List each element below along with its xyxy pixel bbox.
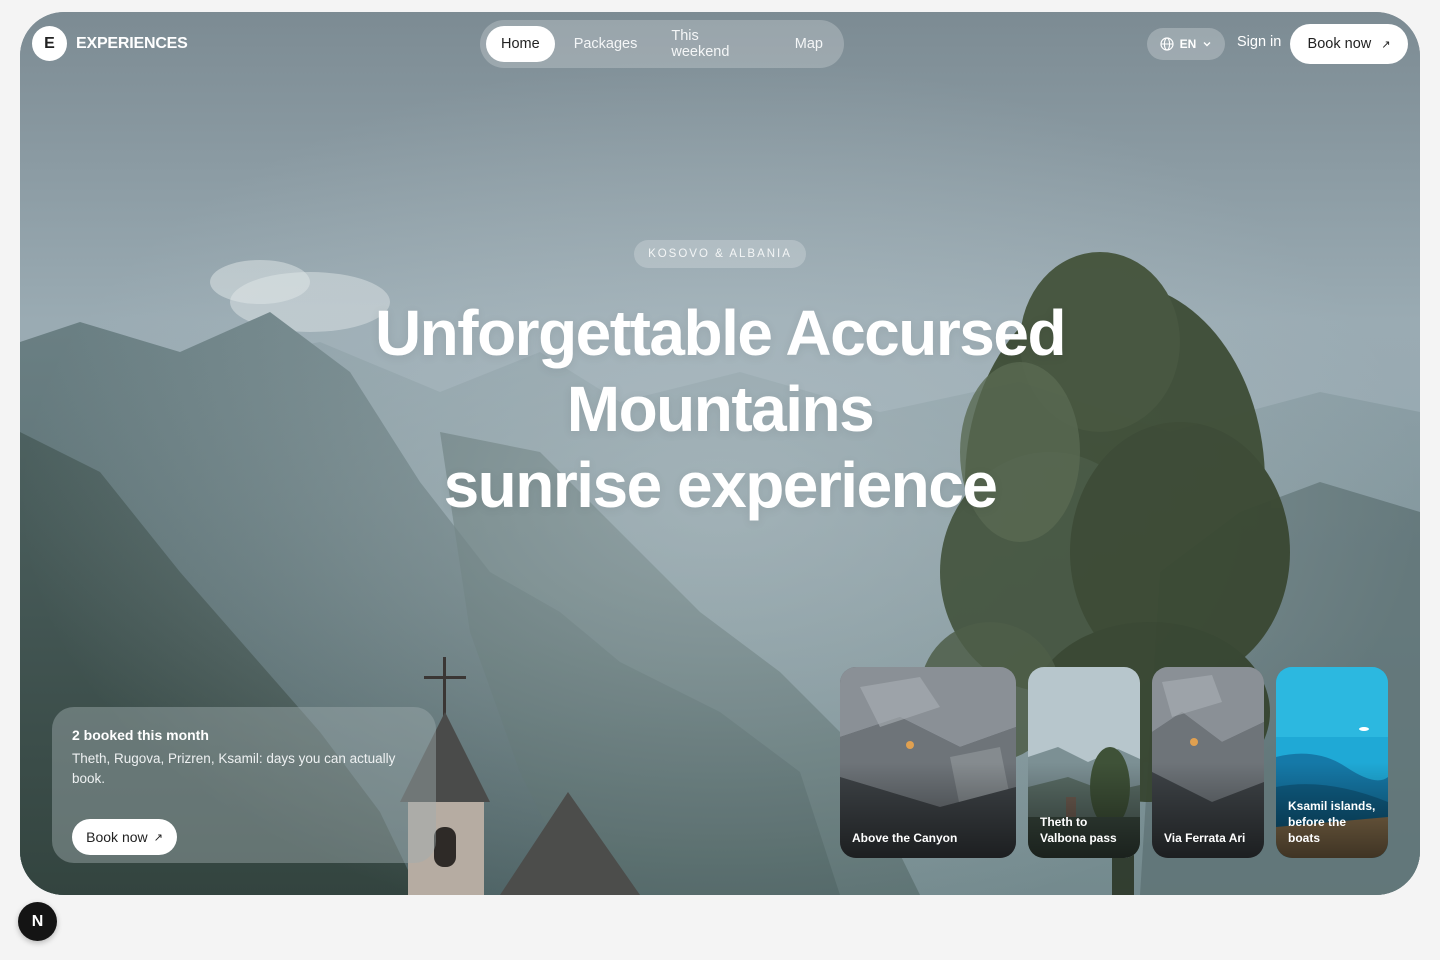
experience-card-ksamil-islands[interactable]: Ksamil islands, before the boats <box>1276 667 1388 858</box>
hero-section: E EXPERIENCES Home Packages This weekend… <box>20 12 1420 895</box>
promo-book-now-label: Book now <box>86 829 148 845</box>
nav-item-this-weekend[interactable]: This weekend <box>656 26 775 62</box>
promo-book-now-button[interactable]: Book now ↗ <box>72 819 177 855</box>
experience-card-label: Via Ferrata Ari <box>1164 831 1246 845</box>
arrow-up-right-icon: ↗ <box>1381 38 1391 51</box>
sign-in-link[interactable]: Sign in <box>1237 34 1281 50</box>
experience-card-above-the-canyon[interactable]: Above the Canyon <box>840 667 1016 858</box>
headline-line-3: sunrise experience <box>443 449 998 521</box>
brand-logo[interactable]: E EXPERIENCES <box>32 26 188 61</box>
experience-card-label: Ksamil islands, before the boats <box>1288 799 1376 845</box>
nav-item-home[interactable]: Home <box>486 26 555 62</box>
language-code: EN <box>1179 37 1197 51</box>
nav-item-map[interactable]: Map <box>780 26 838 62</box>
hero-headline: Unforgettable Accursed Mountains sunrise… <box>220 295 1220 523</box>
brand-mark-icon: E <box>32 26 67 61</box>
experience-card-theth-to-valbona[interactable]: Theth to Valbona pass <box>1028 667 1140 858</box>
main-nav: Home Packages This weekend Map <box>480 20 844 68</box>
top-navigation-bar: E EXPERIENCES Home Packages This weekend… <box>20 12 1420 76</box>
experience-card-via-ferrata-ari[interactable]: Via Ferrata Ari <box>1152 667 1264 858</box>
book-now-button[interactable]: Book now ↗ <box>1290 24 1408 64</box>
location-tag: KOSOVO & ALBANIA <box>634 240 806 268</box>
promo-title: 2 booked this month <box>72 727 209 743</box>
arrow-up-right-icon: ↗ <box>153 831 163 844</box>
language-selector[interactable]: EN <box>1147 28 1225 60</box>
brand-name: EXPERIENCES <box>76 34 188 52</box>
headline-line-1: Unforgettable Accursed <box>374 297 1067 369</box>
globe-icon <box>1160 37 1174 51</box>
nav-item-packages[interactable]: Packages <box>559 26 653 62</box>
booking-promo-card: 2 booked this month Theth, Rugova, Prizr… <box>52 707 436 863</box>
experience-card-label: Above the Canyon <box>852 831 958 845</box>
experience-card-label: Theth to Valbona pass <box>1040 815 1117 845</box>
promo-description: Theth, Rugova, Prizren, Ksamil: days you… <box>72 751 396 786</box>
headline-line-2: Mountains <box>566 373 875 445</box>
chevron-down-icon <box>1203 42 1211 47</box>
book-now-label: Book now <box>1307 36 1372 52</box>
dev-tools-badge[interactable]: N <box>18 902 57 941</box>
